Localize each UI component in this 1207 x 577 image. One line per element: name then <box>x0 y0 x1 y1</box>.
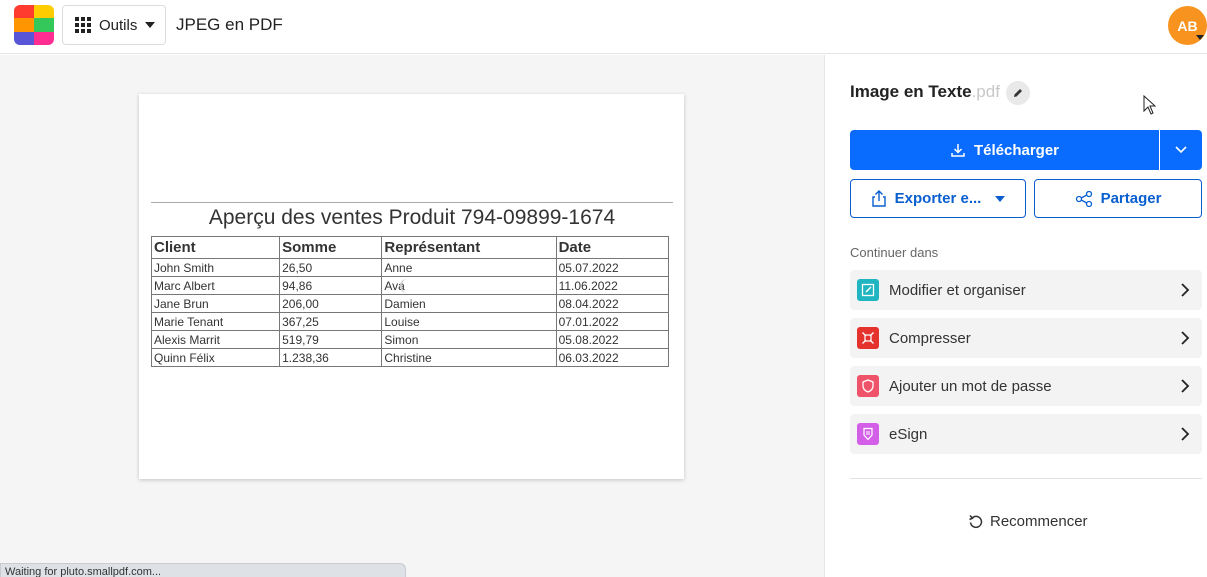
column-header: Représentant <box>381 236 557 259</box>
table-cell: Alexis Marrit <box>150 330 281 349</box>
table-cell: 26,50 <box>279 258 383 277</box>
preview-area: Aperçu des ventes Produit 794-09899-1674… <box>0 55 824 577</box>
tool-compress[interactable]: Compresser <box>850 318 1202 358</box>
table-cell: Simon <box>381 330 557 349</box>
file-name-text: Image en Texte <box>850 82 972 101</box>
restart-button[interactable]: Recommencer <box>968 513 1088 530</box>
table-cell: 206,00 <box>279 294 383 313</box>
chevron-right-icon <box>1181 283 1190 297</box>
rename-button[interactable] <box>1006 81 1030 105</box>
sales-table: Client Somme Représentant Date John Smit… <box>150 236 670 367</box>
download-label: Télécharger <box>973 141 1060 159</box>
table-cell: Damien <box>381 294 557 313</box>
chevron-down-icon <box>1175 146 1187 154</box>
table-cell: 06.03.2022 <box>555 348 670 367</box>
tool-add-password[interactable]: Ajouter un mot de passe <box>850 366 1202 406</box>
download-icon <box>951 144 965 157</box>
table-cell: Quinn Félix <box>150 348 281 367</box>
pencil-icon <box>1014 89 1022 97</box>
table-cell: 11.06.2022 <box>555 276 670 295</box>
export-label: Exporter e... <box>894 190 982 207</box>
divider <box>850 478 1202 479</box>
table-cell: 1.238,36 <box>279 348 383 367</box>
table-row: Quinn Félix 1.238,36 Christine 06.03.202… <box>150 348 670 367</box>
grid-icon <box>75 17 91 33</box>
tool-label: Modifier et organiser <box>889 281 1026 299</box>
column-header: Date <box>555 236 670 259</box>
restart-icon <box>969 514 983 528</box>
tool-label: eSign <box>889 425 928 443</box>
compress-icon <box>857 327 879 349</box>
share-label: Partager <box>1100 190 1162 207</box>
table-row: John Smith 26,50 Anne 05.07.2022 <box>150 258 670 277</box>
share-icon <box>1075 190 1092 207</box>
table-cell: 05.07.2022 <box>555 258 670 277</box>
table-row: Marie Tenant 367,25 Louise 07.01.2022 <box>150 312 670 331</box>
browser-status-bar: Waiting for pluto.smallpdf.com... <box>0 563 406 577</box>
file-name: Image en Texte.pdf <box>850 82 1000 102</box>
continue-in-label: Continuer dans <box>850 245 939 260</box>
table-cell: 07.01.2022 <box>555 312 670 331</box>
table-cell: Marie Tenant <box>150 312 281 331</box>
loading-spinner-icon <box>400 279 414 293</box>
chevron-right-icon <box>1181 427 1190 441</box>
document-title: Aperçu des ventes Produit 794-09899-1674 <box>151 202 673 236</box>
edit-organize-icon <box>857 279 879 301</box>
table-cell: 08.04.2022 <box>555 294 670 313</box>
esign-icon <box>857 423 879 445</box>
caret-down-icon <box>995 195 1006 202</box>
table-cell: 519,79 <box>279 330 383 349</box>
table-cell: Anne <box>381 258 557 277</box>
page-title: JPEG en PDF <box>176 15 283 34</box>
table-cell: Marc Albert <box>150 276 281 295</box>
table-cell: 367,25 <box>279 312 383 331</box>
tool-esign[interactable]: eSign <box>850 414 1202 454</box>
table-row: Jane Brun 206,00 Damien 08.04.2022 <box>150 294 670 313</box>
file-extension: .pdf <box>971 82 1000 101</box>
tool-modify-organize[interactable]: Modifier et organiser <box>850 270 1202 310</box>
table-cell: Jane Brun <box>150 294 281 313</box>
export-icon <box>871 189 886 207</box>
chevron-right-icon <box>1181 379 1190 393</box>
table-row: Alexis Marrit 519,79 Simon 05.08.2022 <box>150 330 670 349</box>
export-button[interactable]: Exporter e... <box>850 179 1026 218</box>
table-cell: Louise <box>381 312 557 331</box>
table-cell: 94,86 <box>279 276 383 295</box>
restart-label: Recommencer <box>990 513 1088 530</box>
download-button[interactable]: Télécharger <box>850 130 1159 170</box>
chevron-right-icon <box>1181 331 1190 345</box>
result-panel: Image en Texte.pdf Télécharger Exporter … <box>824 55 1207 577</box>
column-header: Client <box>150 236 281 259</box>
table-header-row: Client Somme Représentant Date <box>150 236 670 259</box>
mouse-cursor-icon <box>1143 95 1157 115</box>
tool-label: Ajouter un mot de passe <box>889 377 1052 395</box>
table-cell: Christine <box>381 348 557 367</box>
lock-shield-icon <box>857 375 879 397</box>
caret-down-icon <box>145 22 156 28</box>
table-cell: 05.08.2022 <box>555 330 670 349</box>
tools-label: Outils <box>99 16 138 34</box>
smallpdf-logo-icon[interactable] <box>14 5 54 45</box>
avatar-caret-icon[interactable] <box>1196 35 1204 40</box>
tools-menu-button[interactable]: Outils <box>62 5 166 45</box>
tool-label: Compresser <box>889 329 971 347</box>
top-header: Outils JPEG en PDF AB <box>0 0 1207 54</box>
column-header: Somme <box>279 236 383 259</box>
table-cell: John Smith <box>150 258 281 277</box>
download-options-button[interactable] <box>1160 130 1202 170</box>
share-button[interactable]: Partager <box>1034 179 1202 218</box>
